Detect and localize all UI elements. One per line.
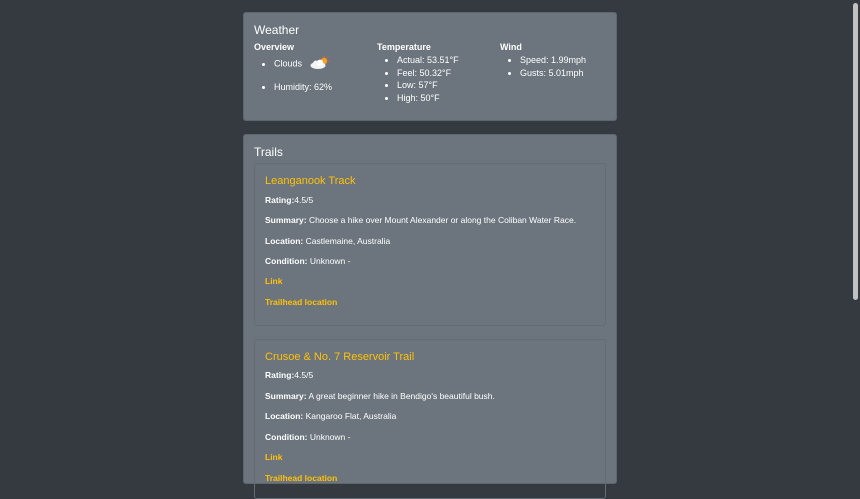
weather-title: Weather	[254, 23, 300, 37]
rating-value: 4.5/5	[294, 195, 314, 205]
trail-rating: Rating:4.5/5	[265, 370, 313, 380]
trail-name: Crusoe & No. 7 Reservoir Trail	[265, 351, 415, 363]
overview-section: Overview Clouds	[254, 42, 332, 102]
trail-card: Leanganook Track Rating:4.5/5 Summary: C…	[254, 163, 606, 326]
condition-value: Unknown -	[307, 256, 351, 266]
rating-value: 4.5/5	[294, 370, 314, 380]
temperature-list: Actual: 53.51°F Feel: 50.32°F Low: 57°F …	[377, 55, 459, 104]
summary-value: Choose a hike over Mount Alexander or al…	[306, 215, 577, 225]
trail-location: Location: Castlemaine, Australia	[265, 236, 390, 246]
wind-speed: Speed: 1.99mph	[520, 55, 586, 66]
trail-condition: Condition: Unknown -	[265, 432, 350, 442]
condition-label: Condition:	[265, 256, 308, 266]
rating-label: Rating:	[265, 370, 295, 380]
location-value: Castlemaine, Australia	[303, 236, 391, 246]
temp-low: Low: 57°F	[397, 80, 459, 91]
trailhead-location-link[interactable]: Trailhead location	[265, 297, 337, 307]
trail-location: Location: Kangaroo Flat, Australia	[265, 411, 396, 421]
trail-link[interactable]: Link	[265, 276, 282, 286]
clouds-sun-icon	[309, 56, 331, 73]
trails-card: Trails Leanganook Track Rating:4.5/5 Sum…	[243, 134, 617, 499]
wind-heading: Wind	[500, 42, 522, 52]
condition-value: Unknown -	[307, 432, 351, 442]
trail-link[interactable]: Link	[265, 452, 282, 462]
trail-rating: Rating:4.5/5	[265, 195, 313, 205]
trail-condition: Condition: Unknown -	[265, 256, 350, 266]
overview-heading: Overview	[254, 42, 295, 52]
summary-label: Summary:	[265, 215, 307, 225]
list-item: Clouds	[274, 56, 332, 73]
location-label: Location:	[265, 411, 304, 421]
location-label: Location:	[265, 236, 304, 246]
summary-label: Summary:	[265, 391, 307, 401]
humidity-item: Humidity: 62%	[274, 82, 332, 93]
scrollbar-thumb[interactable]	[853, 3, 858, 300]
rating-label: Rating:	[265, 195, 295, 205]
summary-value: A great beginner hike in Bendigo's beaut…	[306, 391, 495, 401]
trail-name: Leanganook Track	[265, 175, 356, 187]
wind-list: Speed: 1.99mph Gusts: 5.01mph	[500, 55, 586, 79]
temp-actual: Actual: 53.51°F	[397, 55, 459, 66]
temp-high: High: 50°F	[397, 93, 459, 104]
condition-text: Clouds	[274, 58, 303, 69]
temperature-heading: Temperature	[377, 42, 431, 52]
temperature-section: Temperature Actual: 53.51°F Feel: 50.32°…	[377, 42, 459, 106]
overview-list: Clouds Humidity: 62%	[254, 56, 332, 92]
wind-section: Wind Speed: 1.99mph Gusts: 5.01mph	[500, 42, 586, 81]
trails-title: Trails	[254, 145, 283, 159]
trail-summary: Summary: A great beginner hike in Bendig…	[265, 391, 495, 401]
page-scrollbar[interactable]	[848, 0, 860, 469]
trailhead-location-link[interactable]: Trailhead location	[265, 473, 337, 483]
temp-feel: Feel: 50.32°F	[397, 68, 459, 79]
wind-gusts: Gusts: 5.01mph	[520, 68, 586, 79]
trail-card: Crusoe & No. 7 Reservoir Trail Rating:4.…	[254, 339, 606, 499]
trail-summary: Summary: Choose a hike over Mount Alexan…	[265, 215, 576, 225]
condition-label: Condition:	[265, 432, 308, 442]
location-value: Kangaroo Flat, Australia	[303, 411, 397, 421]
weather-card: Weather Overview Clouds	[243, 12, 617, 121]
